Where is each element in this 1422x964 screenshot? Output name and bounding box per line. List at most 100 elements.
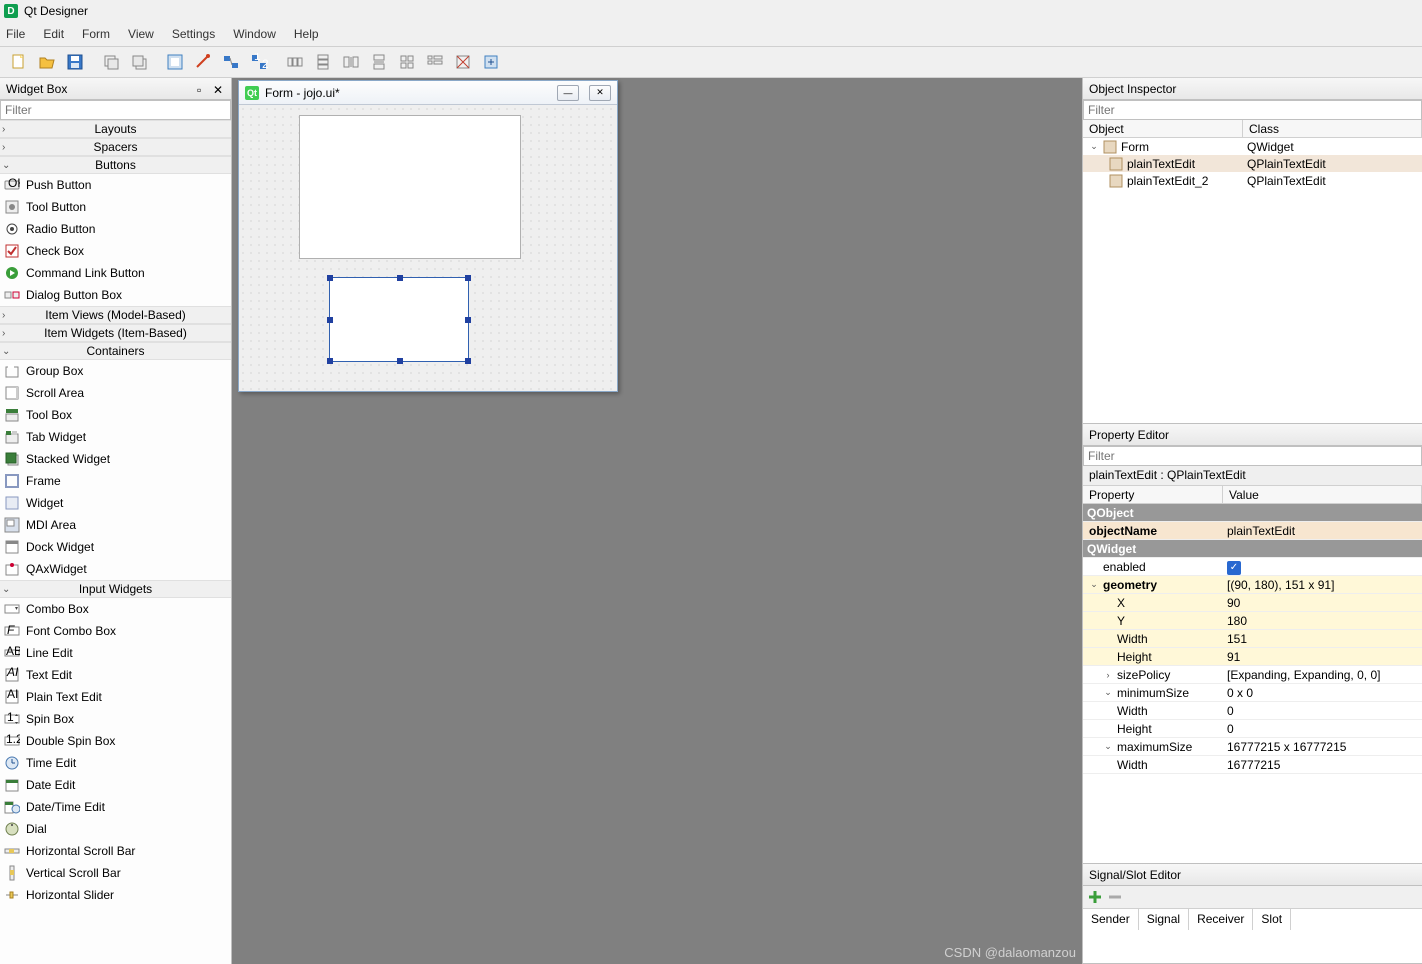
widget-item[interactable]: 1Spin Box	[0, 708, 231, 730]
cat-item-widgets[interactable]: ›Item Widgets (Item-Based)	[0, 324, 231, 342]
signal-slot-body[interactable]	[1083, 930, 1422, 963]
widget-item[interactable]: AIPlain Text Edit	[0, 686, 231, 708]
property-row[interactable]: ›sizePolicy[Expanding, Expanding, 0, 0]	[1083, 666, 1422, 684]
widget-item[interactable]: Command Link Button	[0, 262, 231, 284]
property-value[interactable]: 90	[1223, 596, 1422, 610]
design-canvas[interactable]: Qt Form - jojo.ui* — ✕	[232, 78, 1082, 964]
form-body[interactable]	[239, 105, 617, 391]
property-row[interactable]: ⌄minimumSize0 x 0	[1083, 684, 1422, 702]
widget-item[interactable]: Date/Time Edit	[0, 796, 231, 818]
expand-icon[interactable]: ›	[1103, 670, 1113, 680]
break-layout-icon[interactable]	[450, 49, 476, 75]
property-value[interactable]: 16777215	[1223, 758, 1422, 772]
property-editor-filter[interactable]	[1083, 446, 1422, 466]
widget-item[interactable]: Scroll Area	[0, 382, 231, 404]
oi-col-object[interactable]: Object	[1083, 120, 1243, 137]
widget-item[interactable]: Stacked Widget	[0, 448, 231, 470]
edit-buddies-icon[interactable]	[218, 49, 244, 75]
widget-item[interactable]: Horizontal Scroll Bar	[0, 840, 231, 862]
form-minimize-button[interactable]: —	[557, 85, 579, 101]
widget-item[interactable]: Dialog Button Box	[0, 284, 231, 306]
plain-text-edit-2-widget[interactable]	[299, 115, 521, 259]
object-row[interactable]: plainTextEditQPlainTextEdit	[1083, 155, 1422, 172]
cat-item-views[interactable]: ›Item Views (Model-Based)	[0, 306, 231, 324]
menu-edit[interactable]: Edit	[43, 27, 64, 41]
property-row[interactable]: Height0	[1083, 720, 1422, 738]
edit-signals-icon[interactable]	[190, 49, 216, 75]
property-group[interactable]: QObject	[1083, 504, 1422, 522]
widget-box-tree[interactable]: ›Layouts ›Spacers ⌄Buttons OKPush Button…	[0, 120, 231, 964]
property-group[interactable]: QWidget	[1083, 540, 1422, 558]
menu-view[interactable]: View	[128, 27, 154, 41]
widget-item[interactable]: 1.2Double Spin Box	[0, 730, 231, 752]
property-value[interactable]: 180	[1223, 614, 1422, 628]
layout-hsplit-icon[interactable]	[338, 49, 364, 75]
dock-close-icon[interactable]: ✕	[213, 83, 225, 95]
edit-tab-order-icon[interactable]: 12	[246, 49, 272, 75]
property-row[interactable]: Height91	[1083, 648, 1422, 666]
widget-item[interactable]: Tab Widget	[0, 426, 231, 448]
pe-col-value[interactable]: Value	[1223, 486, 1422, 503]
open-file-icon[interactable]	[34, 49, 60, 75]
widget-item[interactable]: OKPush Button	[0, 174, 231, 196]
send-back-icon[interactable]	[98, 49, 124, 75]
expand-icon[interactable]: ⌄	[1103, 687, 1113, 698]
save-file-icon[interactable]	[62, 49, 88, 75]
property-value[interactable]: 0 x 0	[1223, 686, 1422, 700]
menu-help[interactable]: Help	[294, 27, 319, 41]
bring-front-icon[interactable]	[126, 49, 152, 75]
object-row[interactable]: ⌄FormQWidget	[1083, 138, 1422, 155]
widget-item[interactable]: Frame	[0, 470, 231, 492]
property-row[interactable]: ⌄maximumSize16777215 x 16777215	[1083, 738, 1422, 756]
property-value[interactable]: plainTextEdit	[1223, 524, 1422, 538]
object-row[interactable]: plainTextEdit_2QPlainTextEdit	[1083, 172, 1422, 189]
expand-icon[interactable]: ⌄	[1089, 579, 1099, 590]
form-window[interactable]: Qt Form - jojo.ui* — ✕	[238, 80, 618, 392]
pe-col-property[interactable]: Property	[1083, 486, 1223, 503]
property-row[interactable]: enabled✓	[1083, 558, 1422, 576]
property-row[interactable]: objectNameplainTextEdit	[1083, 522, 1422, 540]
widget-item[interactable]: Check Box	[0, 240, 231, 262]
expand-icon[interactable]: ⌄	[1103, 741, 1113, 752]
cat-spacers[interactable]: ›Spacers	[0, 138, 231, 156]
widget-item[interactable]: Date Edit	[0, 774, 231, 796]
form-titlebar[interactable]: Qt Form - jojo.ui* — ✕	[239, 81, 617, 105]
property-row[interactable]: Y180	[1083, 612, 1422, 630]
property-value[interactable]: ✓	[1223, 559, 1422, 575]
plain-text-edit-widget[interactable]	[329, 277, 469, 362]
widget-item[interactable]: Dock Widget	[0, 536, 231, 558]
add-connection-icon[interactable]	[1087, 889, 1103, 905]
sse-col-sender[interactable]: Sender	[1083, 909, 1139, 930]
property-row[interactable]: Width16777215	[1083, 756, 1422, 774]
menu-settings[interactable]: Settings	[172, 27, 215, 41]
property-editor-body[interactable]: QObjectobjectNameplainTextEditQWidgetena…	[1083, 504, 1422, 863]
sse-col-slot[interactable]: Slot	[1253, 909, 1291, 930]
property-value[interactable]: 151	[1223, 632, 1422, 646]
widget-item[interactable]: Radio Button	[0, 218, 231, 240]
layout-vsplit-icon[interactable]	[366, 49, 392, 75]
property-value[interactable]: [Expanding, Expanding, 0, 0]	[1223, 668, 1422, 682]
layout-hbox-icon[interactable]	[282, 49, 308, 75]
widget-item[interactable]: Group Box	[0, 360, 231, 382]
adjust-size-icon[interactable]	[478, 49, 504, 75]
layout-form-icon[interactable]	[422, 49, 448, 75]
cat-buttons[interactable]: ⌄Buttons	[0, 156, 231, 174]
dock-float-icon[interactable]: ▫	[197, 83, 209, 95]
cat-containers[interactable]: ⌄Containers	[0, 342, 231, 360]
widget-item[interactable]: Dial	[0, 818, 231, 840]
object-inspector-filter[interactable]	[1083, 100, 1422, 120]
widget-item[interactable]: MDI Area	[0, 514, 231, 536]
menu-file[interactable]: File	[6, 27, 25, 41]
widget-item[interactable]: AIText Edit	[0, 664, 231, 686]
widget-box-filter[interactable]	[0, 100, 231, 120]
widget-item[interactable]: FFont Combo Box	[0, 620, 231, 642]
layout-grid-icon[interactable]	[394, 49, 420, 75]
widget-item[interactable]: Tool Box	[0, 404, 231, 426]
widget-item[interactable]: Widget	[0, 492, 231, 514]
widget-item[interactable]: QAxWidget	[0, 558, 231, 580]
new-file-icon[interactable]	[6, 49, 32, 75]
property-row[interactable]: Width0	[1083, 702, 1422, 720]
property-row[interactable]: X90	[1083, 594, 1422, 612]
property-value[interactable]: 91	[1223, 650, 1422, 664]
edit-widgets-icon[interactable]	[162, 49, 188, 75]
